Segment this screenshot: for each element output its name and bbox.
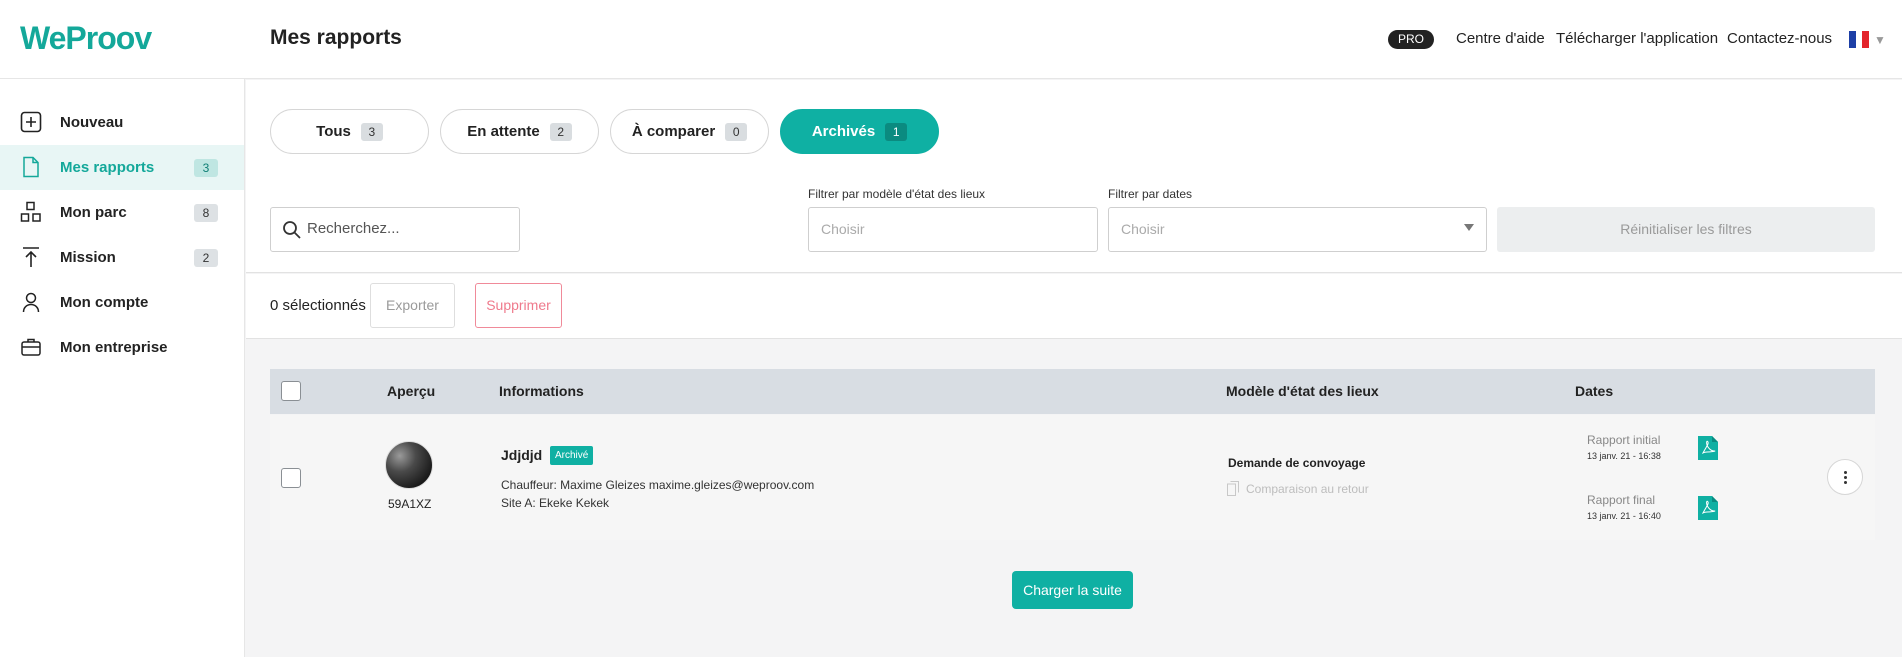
download-app-link[interactable]: Télécharger l'application <box>1556 30 1718 47</box>
column-model: Modèle d'état des lieux <box>1226 383 1379 399</box>
model-filter-label: Filtrer par modèle d'état des lieux <box>808 187 986 201</box>
tab-count: 0 <box>725 122 748 141</box>
report-title[interactable]: Jdjdjd <box>501 447 542 463</box>
load-more-button[interactable]: Charger la suite <box>1012 571 1133 609</box>
top-header: WeProov Mes rapports PRO Centre d'aide T… <box>0 0 1902 79</box>
sidebar-item-label: Mon entreprise <box>60 339 168 356</box>
license-plate: 59A1XZ <box>388 497 432 511</box>
pro-badge: PRO <box>1388 30 1435 49</box>
model-filter-placeholder: Choisir <box>821 221 865 237</box>
flag-fr-icon[interactable] <box>1849 31 1870 48</box>
sidebar-item-mon-parc[interactable]: Mon parc 8 <box>0 190 244 235</box>
sidebar-item-mission[interactable]: Mission 2 <box>0 235 244 280</box>
help-center-link[interactable]: Centre d'aide <box>1456 30 1545 47</box>
sidebar: Nouveau Mes rapports 3 Mon parc 8 Missio… <box>0 79 245 657</box>
sidebar-item-mes-rapports[interactable]: Mes rapports 3 <box>0 145 244 190</box>
sidebar-item-nouveau[interactable]: Nouveau <box>0 100 244 145</box>
filters-panel: Tous 3 En attente 2 À comparer 0 Archivé… <box>246 80 1902 273</box>
tab-count: 3 <box>360 122 383 141</box>
table-row[interactable]: 59A1XZ Jdjdjd Archivé Chauffeur: Maxime … <box>270 415 1875 540</box>
more-vertical-icon <box>1844 481 1847 484</box>
pdf-icon[interactable] <box>1697 435 1719 461</box>
vehicle-thumbnail <box>385 441 433 489</box>
page-title: Mes rapports <box>270 26 402 49</box>
tab-a-comparer[interactable]: À comparer 0 <box>610 109 769 154</box>
tab-label: Archivés <box>811 123 876 140</box>
search-input[interactable] <box>307 220 507 237</box>
sidebar-item-label: Mon compte <box>60 294 149 311</box>
briefcase-icon <box>21 338 41 356</box>
reset-filters-button[interactable]: Réinitialiser les filtres <box>1497 207 1875 252</box>
tab-label: En attente <box>467 123 540 140</box>
sidebar-item-label: Nouveau <box>60 114 124 131</box>
model-name: Demande de convoyage <box>1228 456 1366 470</box>
sidebar-item-mon-entreprise[interactable]: Mon entreprise <box>0 325 244 370</box>
tab-tous[interactable]: Tous 3 <box>270 109 429 154</box>
more-vertical-icon <box>1844 476 1847 479</box>
weproov-logo[interactable]: WeProov <box>20 20 152 57</box>
dates-filter-placeholder: Choisir <box>1121 221 1165 237</box>
column-informations: Informations <box>499 383 584 399</box>
grid-icon <box>20 201 41 222</box>
sidebar-item-count: 3 <box>194 159 218 177</box>
tab-count: 1 <box>885 122 908 141</box>
sidebar-item-label: Mes rapports <box>60 159 155 176</box>
row-menu-button[interactable] <box>1827 459 1863 495</box>
bulk-actions-bar: 0 sélectionnés Exporter Supprimer <box>246 274 1902 339</box>
search-icon <box>283 221 301 239</box>
tab-label: À comparer <box>631 123 716 140</box>
comparison-label[interactable]: Comparaison au retour <box>1246 482 1369 496</box>
row-checkbox[interactable] <box>281 468 301 488</box>
caret-down-icon <box>1464 224 1474 231</box>
sidebar-item-label: Mission <box>60 249 116 266</box>
column-dates: Dates <box>1575 383 1614 399</box>
sidebar-item-count: 8 <box>194 204 218 222</box>
search-box[interactable] <box>270 207 520 252</box>
site-info: Site A: Ekeke Kekek <box>501 496 610 510</box>
tab-count: 2 <box>549 122 572 141</box>
sidebar-item-count: 2 <box>194 249 218 267</box>
initial-report-label: Rapport initial <box>1587 433 1661 447</box>
dates-filter-label: Filtrer par dates <box>1108 187 1193 201</box>
status-badge: Archivé <box>550 446 594 465</box>
selected-count: 0 sélectionnés <box>270 297 366 314</box>
model-filter-input[interactable]: Choisir <box>808 207 1098 252</box>
initial-report-date: 13 janv. 21 - 16:38 <box>1587 451 1661 461</box>
final-report-label: Rapport final <box>1587 493 1656 507</box>
chevron-down-icon[interactable]: ▼ <box>1874 33 1886 47</box>
export-button[interactable]: Exporter <box>370 283 455 328</box>
tab-en-attente[interactable]: En attente 2 <box>440 109 599 154</box>
user-icon <box>22 292 40 313</box>
final-report-date: 13 janv. 21 - 16:40 <box>1587 511 1661 521</box>
delete-button[interactable]: Supprimer <box>475 283 562 328</box>
column-preview: Aperçu <box>387 383 436 399</box>
sidebar-item-label: Mon parc <box>60 204 127 221</box>
tab-label: Tous <box>316 123 351 140</box>
sidebar-item-mon-compte[interactable]: Mon compte <box>0 280 244 325</box>
table-header: Aperçu Informations Modèle d'état des li… <box>270 369 1875 414</box>
plus-square-icon <box>20 111 42 133</box>
tab-archives[interactable]: Archivés 1 <box>780 109 939 154</box>
driver-info: Chauffeur: Maxime Gleizes maxime.gleizes… <box>501 478 815 492</box>
copy-document-icon <box>1227 481 1239 496</box>
document-icon <box>23 156 39 178</box>
select-all-checkbox[interactable] <box>281 381 301 401</box>
contact-link[interactable]: Contactez-nous <box>1727 30 1832 47</box>
more-vertical-icon <box>1844 471 1847 474</box>
dates-filter-select[interactable]: Choisir <box>1108 207 1487 252</box>
pdf-icon[interactable] <box>1697 495 1719 521</box>
upload-arrow-icon <box>23 247 39 267</box>
